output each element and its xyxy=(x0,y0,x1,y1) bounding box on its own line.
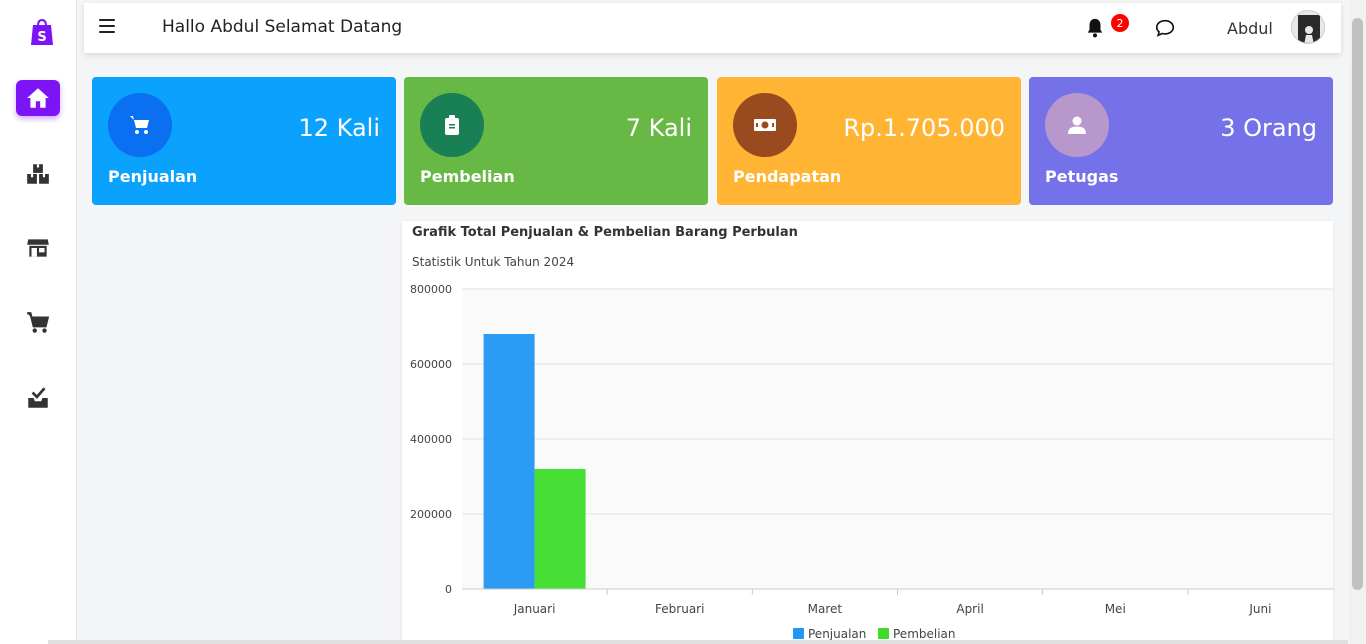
y-tick-label: 200000 xyxy=(410,508,452,521)
legend-swatch xyxy=(793,628,804,639)
legend-label: Pembelian xyxy=(893,627,956,641)
bell-icon[interactable] xyxy=(1084,16,1106,40)
chart-title: Grafik Total Penjualan & Pembelian Baran… xyxy=(412,225,798,240)
y-tick-label: 0 xyxy=(445,583,452,596)
x-tick-label: Juni xyxy=(1248,602,1271,616)
card-label: Penjualan xyxy=(108,167,198,186)
stat-card-pembelian[interactable]: 7 Kali Pembelian xyxy=(404,77,708,205)
card-label: Pembelian xyxy=(420,167,515,186)
card-label: Petugas xyxy=(1045,167,1119,186)
card-value: 3 Orang xyxy=(1220,114,1317,142)
y-tick-label: 800000 xyxy=(410,283,452,296)
stat-card-penjualan[interactable]: 12 Kali Penjualan xyxy=(92,77,396,205)
username[interactable]: Abdul xyxy=(1227,19,1273,38)
cart-icon xyxy=(27,312,50,333)
vertical-scrollbar[interactable] xyxy=(1349,0,1366,644)
x-tick-label: April xyxy=(956,602,983,616)
sidebar-item-home[interactable] xyxy=(16,80,60,116)
scrollbar-thumb[interactable] xyxy=(1352,18,1363,590)
sidebar-item-store[interactable] xyxy=(16,230,60,266)
sidebar-item-sales[interactable] xyxy=(16,305,60,341)
cart-icon xyxy=(130,116,149,134)
x-tick-label: Februari xyxy=(655,602,704,616)
card-icon-circle xyxy=(1045,93,1109,157)
store-icon xyxy=(27,239,49,257)
bar-penjualan xyxy=(483,334,535,589)
card-icon-circle xyxy=(420,93,484,157)
greeting-text: Hallo Abdul Selamat Datang xyxy=(162,17,403,37)
inbox-check-icon xyxy=(28,387,48,408)
chat-icon[interactable] xyxy=(1154,17,1176,39)
horizontal-scrollbar[interactable] xyxy=(48,640,1348,644)
sidebar-item-products[interactable] xyxy=(16,156,60,192)
chart-panel: 0 200000 400000 600000 800000 Januari Februari… xyxy=(402,221,1333,644)
notification-badge: 2 xyxy=(1109,12,1131,34)
boxes-icon xyxy=(27,164,49,184)
stat-card-petugas[interactable]: 3 Orang Petugas xyxy=(1029,77,1333,205)
shop-bag-logo-icon[interactable]: S xyxy=(29,18,55,46)
y-tick-label: 600000 xyxy=(410,358,452,371)
bar-chart: 0 200000 400000 600000 800000 Januari Februari… xyxy=(410,283,1333,641)
menu-toggle-icon[interactable] xyxy=(99,19,115,35)
user-icon xyxy=(1068,116,1086,134)
card-value: Rp.1.705.000 xyxy=(843,114,1005,142)
home-icon xyxy=(27,88,49,108)
card-value: 12 Kali xyxy=(298,114,380,142)
legend-label: Penjualan xyxy=(808,627,866,641)
card-value: 7 Kali xyxy=(625,114,692,142)
x-tick-label: Januari xyxy=(513,602,556,616)
top-navbar: Hallo Abdul Selamat Datang 2 Abdul xyxy=(84,3,1341,53)
x-tick-label: Mei xyxy=(1105,602,1126,616)
chart-subtitle: Statistik Untuk Tahun 2024 xyxy=(412,255,575,269)
x-tick-label: Maret xyxy=(808,602,843,616)
money-icon xyxy=(754,119,776,131)
legend-swatch xyxy=(878,628,889,639)
sidebar-item-reports[interactable] xyxy=(16,380,60,416)
svg-text:S: S xyxy=(37,30,46,45)
y-tick-label: 400000 xyxy=(410,433,452,446)
card-icon-circle xyxy=(733,93,797,157)
avatar[interactable] xyxy=(1291,10,1325,44)
bar-pembelian xyxy=(534,469,586,589)
stat-card-pendapatan[interactable]: Rp.1.705.000 Pendapatan xyxy=(717,77,1021,205)
sidebar: S xyxy=(0,0,77,644)
card-icon-circle xyxy=(108,93,172,157)
clipboard-icon xyxy=(445,115,459,135)
avatar-image xyxy=(1292,11,1324,43)
card-label: Pendapatan xyxy=(733,167,842,186)
